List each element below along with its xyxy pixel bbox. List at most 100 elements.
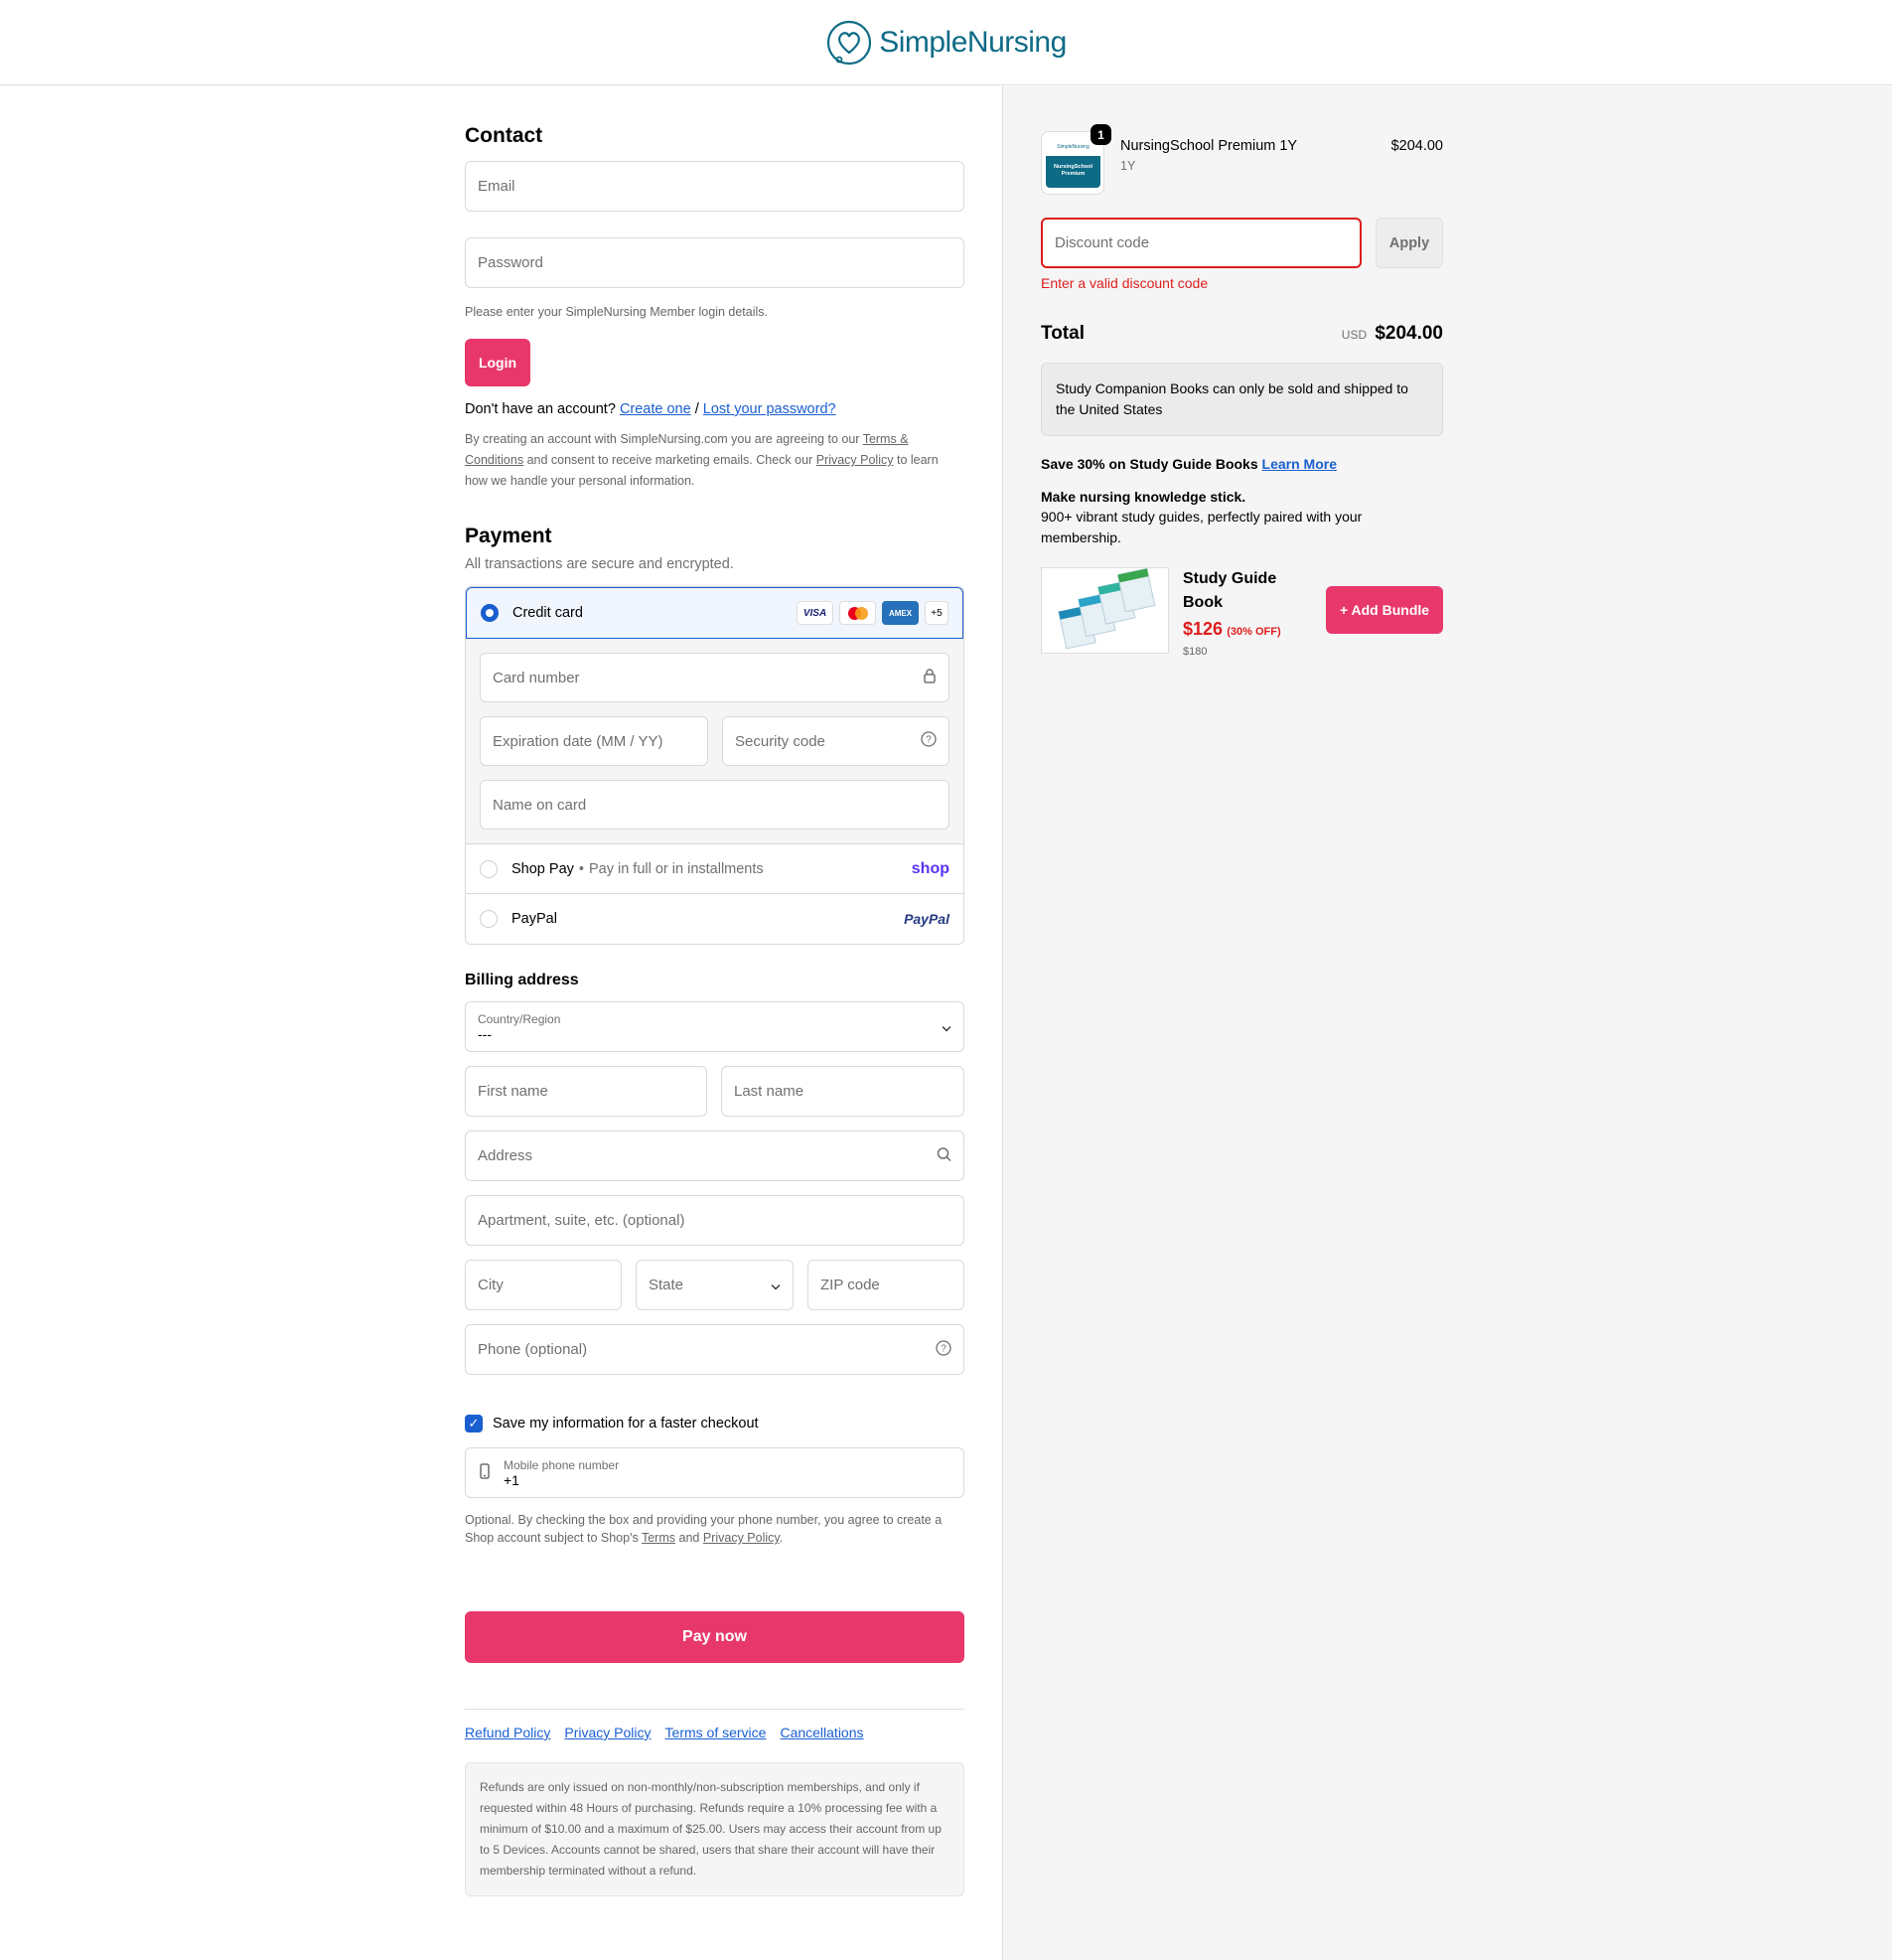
refund-note: Refunds are only issued on non-monthly/n… <box>465 1762 964 1896</box>
total-row: Total USD $204.00 <box>1041 323 1443 345</box>
first-name-input[interactable]: First name <box>465 1066 707 1117</box>
zip-placeholder: ZIP code <box>820 1277 880 1293</box>
create-account-link[interactable]: Create one <box>620 401 691 417</box>
payment-methods: Credit card VISA AMEX +5 Card number Exp… <box>465 586 964 945</box>
paypal-radio[interactable] <box>480 910 498 928</box>
knowledge-title: Make nursing knowledge stick. <box>1041 489 1246 505</box>
terms-of-service-link[interactable]: Terms of service <box>665 1725 767 1740</box>
name-on-card-input[interactable]: Name on card <box>480 780 949 829</box>
privacy-link[interactable]: Privacy Policy <box>816 453 894 467</box>
security-code-input[interactable]: Security code ? <box>722 716 949 766</box>
account-links: Don't have an account? Create one / Lost… <box>465 401 964 417</box>
last-name-placeholder: Last name <box>734 1083 804 1100</box>
shop-privacy-link[interactable]: Privacy Policy <box>703 1531 780 1545</box>
name-on-card-placeholder: Name on card <box>493 796 587 814</box>
add-bundle-button[interactable]: + Add Bundle <box>1326 586 1443 634</box>
save-promo: Save 30% on Study Guide Books Learn More <box>1041 456 1443 472</box>
save-info-label: Save my information for a faster checkou… <box>493 1416 759 1432</box>
login-button[interactable]: Login <box>465 339 530 386</box>
credit-card-option[interactable]: Credit card VISA AMEX +5 <box>466 587 963 639</box>
login-hint: Please enter your SimpleNursing Member l… <box>465 305 769 319</box>
state-placeholder: State <box>649 1277 684 1293</box>
chevron-down-icon <box>771 1277 781 1293</box>
lost-password-link[interactable]: Lost your password? <box>703 401 836 417</box>
mobile-phone-input[interactable]: Mobile phone number +1 <box>465 1447 964 1498</box>
checkout-form: Contact Email Password Please enter your… <box>465 86 964 1896</box>
apply-button[interactable]: Apply <box>1376 218 1443 268</box>
brand-name: SimpleNursing <box>879 25 1067 59</box>
phone-icon <box>480 1462 490 1483</box>
knowledge-body: 900+ vibrant study guides, perfectly pai… <box>1041 509 1363 545</box>
upsell-card: Study Guide Book $126 (30% OFF) $180 + A… <box>1041 567 1443 658</box>
terms-mid: and consent to receive marketing emails.… <box>526 453 813 467</box>
discount-input[interactable]: Discount code <box>1041 218 1362 268</box>
country-select[interactable]: Country/Region --- <box>465 1001 964 1052</box>
address-placeholder: Address <box>478 1147 533 1164</box>
chevron-down-icon <box>942 1018 951 1035</box>
mastercard-icon <box>839 601 876 625</box>
email-input[interactable]: Email <box>465 161 964 212</box>
order-summary: SimpleNursing NursingSchool Premium 1 Nu… <box>1041 86 1443 658</box>
shop-pay-logo: shop <box>911 859 949 877</box>
city-input[interactable]: City <box>465 1260 622 1310</box>
search-icon <box>937 1146 951 1165</box>
shop-pay-option[interactable]: Shop Pay • Pay in full or in installment… <box>466 844 963 894</box>
shop-terms-link[interactable]: Terms <box>642 1531 675 1545</box>
bullet: • <box>578 860 584 877</box>
expiration-input[interactable]: Expiration date (MM / YY) <box>480 716 708 766</box>
line-item: SimpleNursing NursingSchool Premium 1 Nu… <box>1041 124 1443 195</box>
more-cards-badge: +5 <box>925 601 948 625</box>
phone-input[interactable]: Phone (optional) ? <box>465 1324 964 1375</box>
cancellations-link[interactable]: Cancellations <box>780 1725 863 1740</box>
separator: / <box>694 401 699 417</box>
card-logos: VISA AMEX +5 <box>797 601 948 625</box>
mobile-value: +1 <box>504 1471 519 1488</box>
last-name-input[interactable]: Last name <box>721 1066 964 1117</box>
apartment-input[interactable]: Apartment, suite, etc. (optional) <box>465 1195 964 1246</box>
address-input[interactable]: Address <box>465 1131 964 1181</box>
card-number-input[interactable]: Card number <box>480 653 949 702</box>
apartment-placeholder: Apartment, suite, etc. (optional) <box>478 1212 685 1229</box>
card-fields: Card number Expiration date (MM / YY) Se… <box>466 639 963 844</box>
city-placeholder: City <box>478 1277 504 1293</box>
learn-more-link[interactable]: Learn More <box>1262 456 1337 472</box>
quantity-badge: 1 <box>1091 124 1111 145</box>
save-info-row[interactable]: ✓ Save my information for a faster check… <box>465 1415 964 1432</box>
help-icon[interactable]: ? <box>936 1339 951 1360</box>
discount-error: Enter a valid discount code <box>1041 275 1209 291</box>
payment-title: Payment <box>465 525 552 547</box>
password-input[interactable]: Password <box>465 237 964 288</box>
zip-input[interactable]: ZIP code <box>807 1260 964 1310</box>
phone-placeholder: Phone (optional) <box>478 1341 588 1358</box>
study-guide-image <box>1041 567 1169 654</box>
shop-pay-sub: Pay in full or in installments <box>588 860 764 877</box>
shipping-notice: Study Companion Books can only be sold a… <box>1041 363 1443 436</box>
paypal-option[interactable]: PayPal PayPal <box>466 894 963 944</box>
lock-icon <box>923 668 937 687</box>
credit-card-radio[interactable] <box>481 604 499 622</box>
privacy-policy-link[interactable]: Privacy Policy <box>564 1725 651 1740</box>
refund-policy-link[interactable]: Refund Policy <box>465 1725 550 1740</box>
state-select[interactable]: State <box>636 1260 794 1310</box>
book-discount: (30% OFF) <box>1227 626 1281 638</box>
help-icon[interactable]: ? <box>921 731 937 751</box>
pay-now-button[interactable]: Pay now <box>465 1611 964 1663</box>
country-value: --- <box>478 1025 492 1042</box>
book-price: $126 <box>1183 619 1224 639</box>
visa-icon: VISA <box>797 601 833 625</box>
save-info-checkbox[interactable]: ✓ <box>465 1415 483 1432</box>
item-price: $204.00 <box>1390 138 1443 154</box>
amex-icon: AMEX <box>882 601 919 625</box>
shop-terms-period: . <box>779 1531 784 1545</box>
billing-title: Billing address <box>465 972 579 988</box>
book-original-price: $180 <box>1183 646 1208 658</box>
total-amount: $204.00 <box>1375 323 1443 344</box>
no-account-text: Don't have an account? <box>465 401 616 417</box>
logo[interactable]: SimpleNursing <box>825 19 1067 67</box>
shop-pay-radio[interactable] <box>480 859 498 878</box>
shop-terms-text: Optional. By checking the box and provid… <box>465 1511 964 1547</box>
security-code-placeholder: Security code <box>735 732 825 750</box>
card-number-placeholder: Card number <box>493 669 580 686</box>
discount-placeholder: Discount code <box>1055 234 1150 251</box>
shop-pay-label: Shop Pay <box>511 860 574 877</box>
